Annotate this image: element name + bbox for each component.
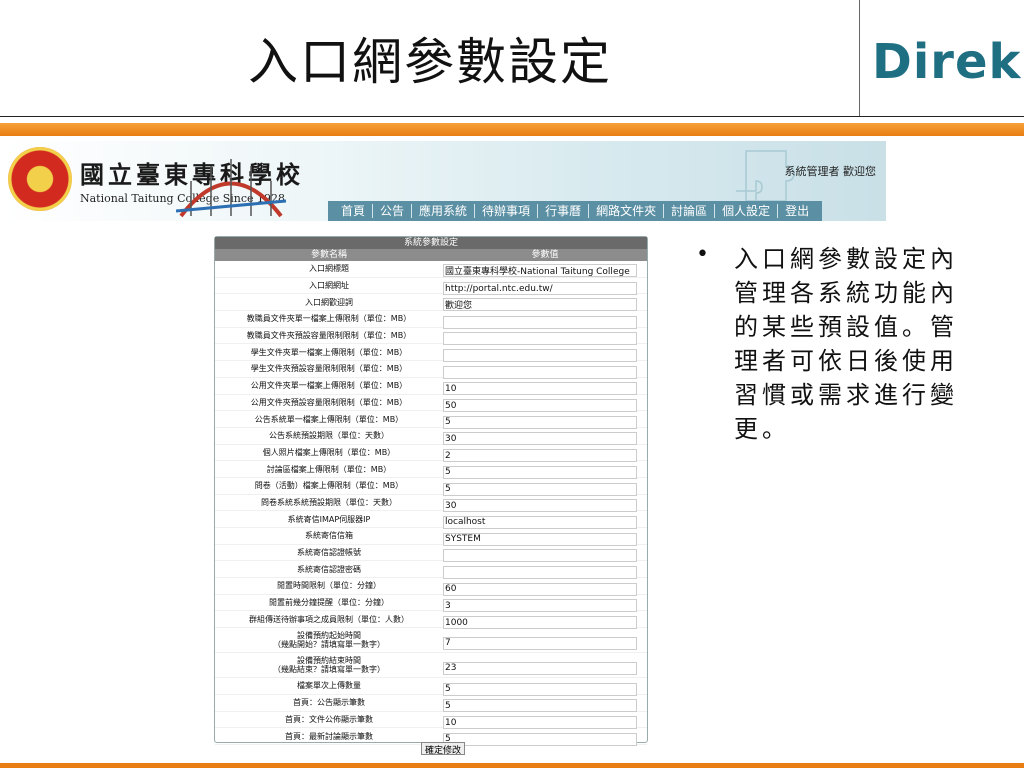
nav-todo[interactable]: 待辦事項 <box>475 204 539 218</box>
parameter-name: 系統寄信認證帳號 <box>297 548 361 558</box>
slide-title: 入口網參數設定 <box>248 33 612 91</box>
nav-personal-settings[interactable]: 個人設定 <box>715 204 779 218</box>
parameter-name: 入口網歡迎詞 <box>305 297 353 307</box>
parameter-name: 群組傳送待辦事項之成員限制（單位：人數） <box>249 614 409 624</box>
logo-text: Direk <box>872 34 1022 90</box>
table-row: 設備預約結束時間 （幾點結束？請填寫單一數字） <box>215 653 647 679</box>
nav-calendar[interactable]: 行事曆 <box>538 204 590 218</box>
table-row: 設備預約起始時間 （幾點開始？請填寫單一數字） <box>215 628 647 654</box>
parameter-name: 個人照片檔案上傳限制（單位：MB） <box>262 447 396 457</box>
nav-network-folder[interactable]: 網路文件夾 <box>589 204 665 218</box>
parameter-value-cell <box>443 726 647 746</box>
parameter-name: 教職員文件夾單一檔案上傳限制（單位：MB） <box>246 314 412 324</box>
parameter-name: 問卷系統系統預設期限（單位：天數） <box>261 497 397 507</box>
settings-table: 系統參數設定 參數名稱 參數值 入口網標題入口網網址入口網歡迎詞教職員文件夾單一… <box>214 236 648 746</box>
nav-logout[interactable]: 登出 <box>778 204 816 218</box>
parameter-name: 首頁：公告顯示筆數 <box>293 698 365 708</box>
parameter-value-cell <box>443 630 647 650</box>
parameter-name: 學生文件夾單一檔案上傳限制（單位：MB） <box>250 347 408 357</box>
direk-logo: Direk <box>872 34 1021 90</box>
parameter-value-cell <box>443 610 647 630</box>
parameter-name: 閒置時間限制（單位：分鐘） <box>277 581 381 591</box>
parameter-value-input[interactable] <box>443 616 637 630</box>
confirm-changes-button[interactable]: 確定修改 <box>421 742 466 756</box>
parameter-name: 設備預約起始時間 （幾點開始？請填寫單一數字） <box>273 631 385 650</box>
title-divider-vertical <box>859 0 860 116</box>
nav-home[interactable]: 首頁 <box>334 204 374 218</box>
parameter-name: 檔案單次上傳數量 <box>297 681 361 691</box>
parameter-name: 入口網標題 <box>309 264 349 274</box>
note-text: 入口網參數設定內管理各系統功能內的某些預設值。管理者可依日後使用習慣或需求進行變… <box>734 245 958 443</box>
parameter-name: 閒置前幾分鐘提醒（單位：分鐘） <box>269 598 389 608</box>
portal-nav-bar: 首頁 公告 應用系統 待辦事項 行事曆 網路文件夾 討論區 個人設定 登出 <box>328 201 823 221</box>
bridge-illustration-icon <box>176 159 286 218</box>
parameter-name: 公告系統單一檔案上傳限制（單位：MB） <box>254 414 404 424</box>
parameter-name: 教職員文件夾預設容量限制限制（單位：MB） <box>246 331 412 341</box>
parameter-value-input[interactable] <box>443 636 637 650</box>
parameter-name: 設備預約結束時間 （幾點結束？請填寫單一數字） <box>273 656 385 675</box>
parameter-name: 系統寄信認證密碼 <box>297 564 361 574</box>
school-emblem-icon <box>8 147 72 211</box>
title-divider <box>0 116 1024 117</box>
nav-announcements[interactable]: 公告 <box>373 204 413 218</box>
parameter-value-cell <box>443 655 647 675</box>
orange-header-bar <box>0 123 1024 136</box>
parameter-name: 首頁：文件公佈顯示筆數 <box>285 714 373 724</box>
parameter-name: 問卷（活動）檔案上傳限制（單位：MB） <box>254 481 404 491</box>
bullet-icon: • <box>696 242 709 267</box>
column-header-name: 參數名稱 <box>310 250 347 260</box>
orange-footer-bar <box>0 763 1024 768</box>
parameter-name: 公用文件夾預設容量限制限制（單位：MB） <box>250 397 408 407</box>
nav-applications[interactable]: 應用系統 <box>412 204 476 218</box>
parameter-name: 首頁：最新討論顯示筆數 <box>285 731 373 741</box>
parameter-name: 公用文件夾單一檔案上傳限制（單位：MB） <box>250 381 408 391</box>
nav-forum[interactable]: 討論區 <box>664 204 716 218</box>
parameter-value-input[interactable] <box>443 732 637 746</box>
parameter-name: 系統寄信信箱 <box>305 531 353 541</box>
portal-banner: 國立臺東專科學校 National Taitung College Since … <box>0 141 886 221</box>
welcome-message: 系統管理者 歡迎您 <box>784 165 877 178</box>
table-row: 群組傳送待辦事項之成員限制（單位：人數） <box>215 610 647 630</box>
parameter-name: 公告系統預設期限（單位：天數） <box>269 431 389 441</box>
parameter-name: 討論區檔案上傳限制（單位：MB） <box>266 464 392 474</box>
settings-table-title: 系統參數設定 <box>215 237 647 249</box>
parameter-value-input[interactable] <box>443 661 637 675</box>
parameter-name: 系統寄信IMAP伺服器IP <box>287 514 371 524</box>
settings-rows: 入口網標題入口網網址入口網歡迎詞教職員文件夾單一檔案上傳限制（單位：MB） 教職員… <box>215 261 647 746</box>
parameter-name: 入口網網址 <box>309 281 349 291</box>
parameter-name: 學生文件夾預設容量限制限制（單位：MB） <box>250 364 408 374</box>
